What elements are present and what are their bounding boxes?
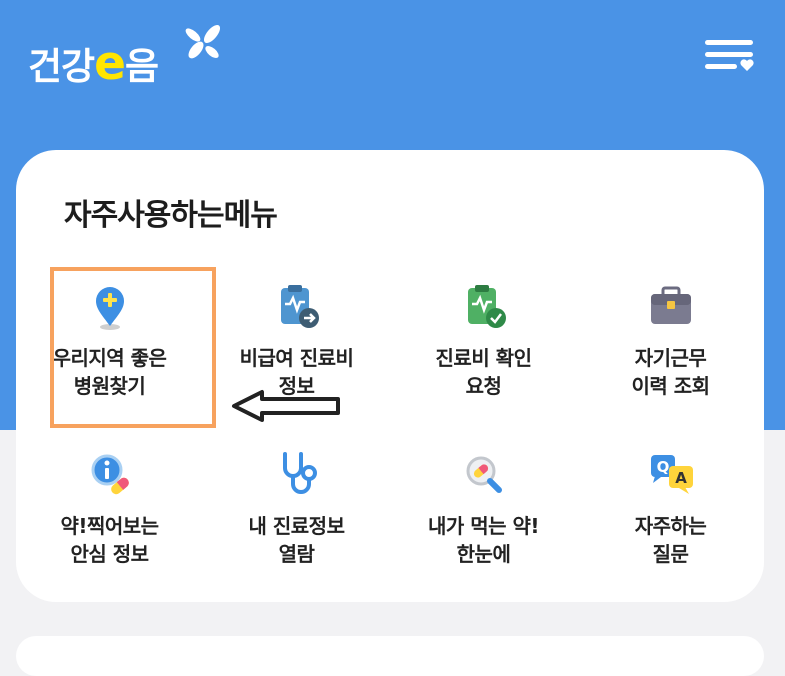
menu-item-my-medical-info[interactable]: 내 진료정보 열람: [203, 438, 390, 606]
menu-item-label: 약!찍어보는 안심 정보: [60, 514, 159, 566]
menu-item-fee-check-request[interactable]: 진료비 확인 요청: [390, 270, 577, 438]
menu-item-label: 자주하는 질문: [634, 514, 707, 566]
menu-item-label: 진료비 확인 요청: [435, 346, 532, 398]
logo-text: 건강e음: [28, 36, 159, 91]
map-pin-icon: [95, 287, 124, 330]
menu-button[interactable]: [703, 38, 757, 74]
logo-mark-icon: [185, 24, 221, 59]
hamburger-heart-icon: [705, 40, 754, 71]
info-pill-icon: [91, 454, 129, 495]
menu-item-faq[interactable]: Q A 자주하는 질문: [577, 438, 764, 606]
menu-item-drug-safety-info[interactable]: 약!찍어보는 안심 정보: [16, 438, 203, 606]
magnifier-pill-icon: [466, 456, 502, 493]
svg-text:Q: Q: [656, 458, 669, 476]
clipboard-check-icon: [467, 285, 506, 328]
stethoscope-icon: [282, 452, 317, 494]
qa-bubbles-icon: Q A: [650, 455, 693, 494]
menu-item-label: 자기근무 이력 조회: [631, 346, 710, 398]
menu-item-work-history[interactable]: 자기근무 이력 조회: [577, 270, 764, 438]
menu-item-label: 내가 먹는 약! 한눈에: [427, 514, 540, 566]
menu-grid: 우리지역 좋은 병원찾기 비급여 진료비 정보 진료비 확인 요청 자기근무 이…: [16, 270, 764, 606]
app-logo[interactable]: 건강e음: [28, 20, 248, 100]
menu-item-hospital-finder[interactable]: 우리지역 좋은 병원찾기: [16, 270, 203, 438]
briefcase-icon: [650, 286, 691, 324]
menu-item-my-medication[interactable]: 내가 먹는 약! 한눈에: [390, 438, 577, 606]
clipboard-arrow-icon: [280, 285, 319, 328]
pointer-arrow-icon: [232, 390, 340, 422]
menu-item-label: 내 진료정보 열람: [248, 514, 345, 566]
card-title: 자주사용하는메뉴: [64, 198, 278, 233]
menu-item-label: 우리지역 좋은 병원찾기: [52, 346, 167, 398]
next-card: [16, 636, 764, 676]
svg-text:A: A: [675, 469, 687, 487]
frequent-menu-card: 자주사용하는메뉴 우리지역 좋은 병원찾기 비급여 진료비 정보 진료비 확인 …: [16, 150, 764, 602]
